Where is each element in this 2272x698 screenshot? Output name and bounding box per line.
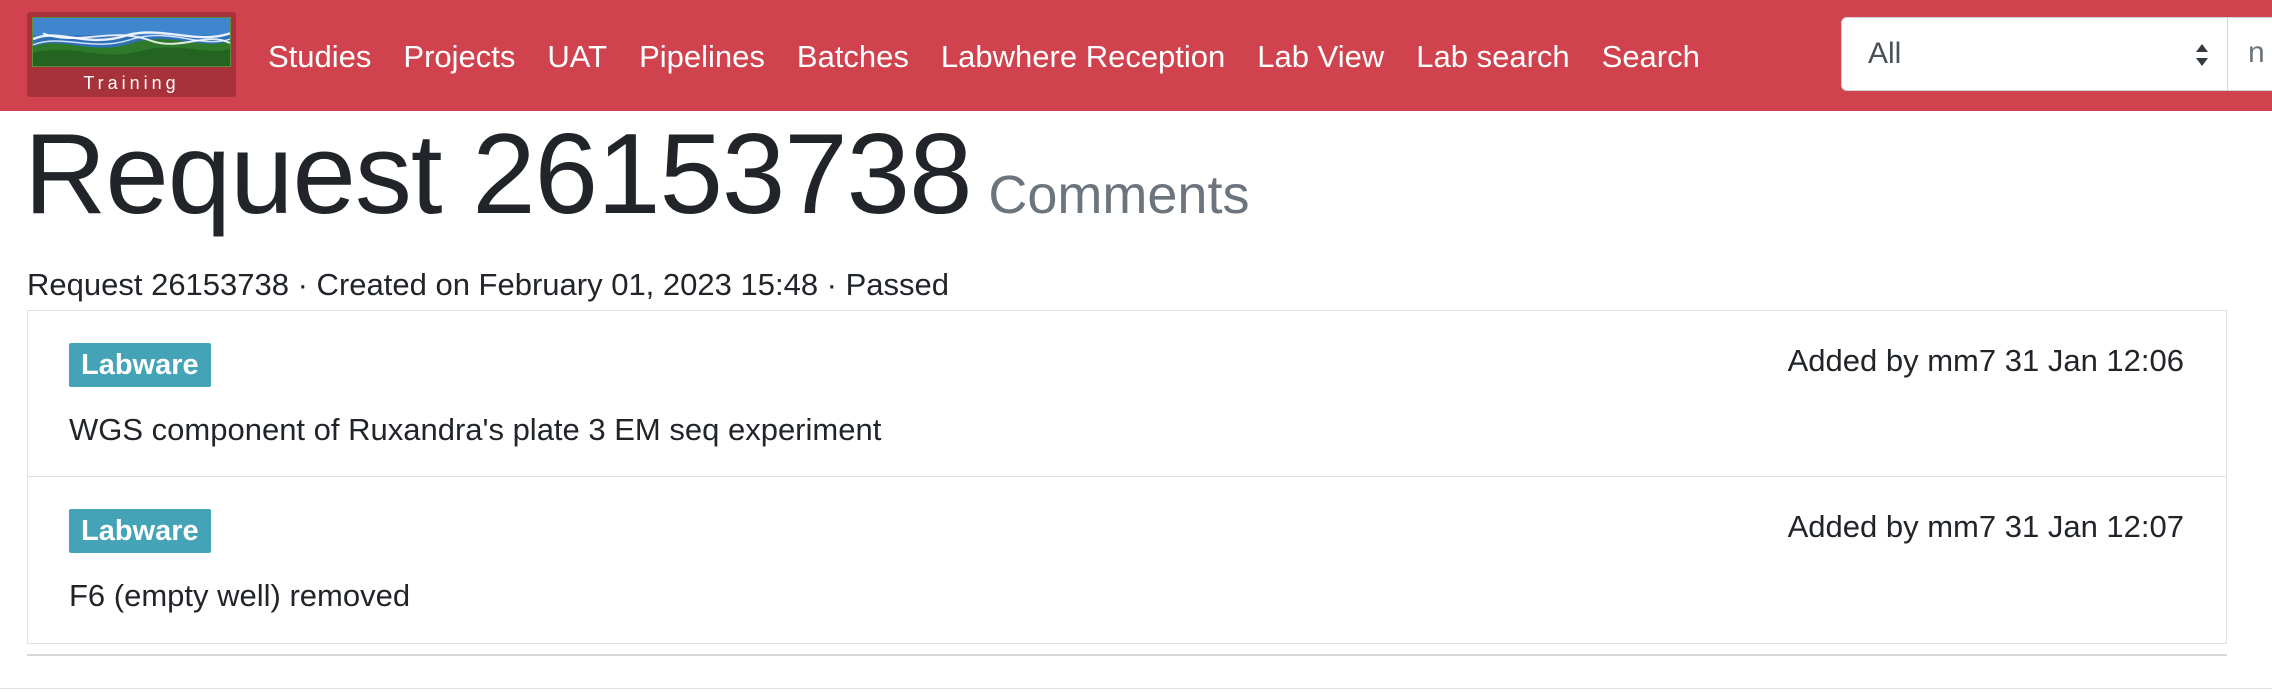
footer-divider: [0, 688, 2272, 689]
nav-link-studies[interactable]: Studies: [268, 39, 371, 72]
nav-link-lab-view[interactable]: Lab View: [1257, 39, 1384, 72]
brand-label: Training: [83, 73, 180, 93]
search-type-select[interactable]: All: [1841, 17, 2228, 91]
comment-added-by: Added by mm7 31 Jan 12:07: [1787, 509, 2184, 544]
select-updown-icon: [2196, 44, 2208, 66]
page-heading: Request 26153738 Comments: [24, 118, 1249, 232]
comment-text: WGS component of Ruxandra's plate 3 EM s…: [69, 412, 882, 447]
comment-item: Labware Added by mm7 31 Jan 12:07 F6 (em…: [28, 477, 2226, 643]
brand-logo-link[interactable]: Training: [27, 12, 236, 97]
comments-list: Labware Added by mm7 31 Jan 12:06 WGS co…: [27, 310, 2227, 644]
divider: [27, 654, 2227, 656]
labware-badge[interactable]: Labware: [69, 509, 211, 553]
top-navbar: Training Studies Projects UAT Pipelines …: [0, 0, 2272, 111]
labware-badge[interactable]: Labware: [69, 343, 211, 387]
comment-added-by: Added by mm7 31 Jan 12:06: [1787, 343, 2184, 378]
nav-link-labwhere-reception[interactable]: Labwhere Reception: [941, 39, 1225, 72]
nav-links: Studies Projects UAT Pipelines Batches L…: [268, 0, 1732, 111]
page-subtitle: Comments: [988, 165, 1250, 225]
nav-link-pipelines[interactable]: Pipelines: [639, 39, 765, 72]
page-title: Request 26153738: [24, 111, 972, 238]
nav-link-lab-search[interactable]: Lab search: [1416, 39, 1569, 72]
landscape-logo-icon: [32, 17, 231, 67]
comment-text: F6 (empty well) removed: [69, 578, 411, 613]
nav-link-batches[interactable]: Batches: [797, 39, 909, 72]
comment-item: Labware Added by mm7 31 Jan 12:06 WGS co…: [28, 311, 2226, 477]
search-type-value: All: [1868, 37, 1902, 70]
nav-link-search[interactable]: Search: [1602, 39, 1700, 72]
nav-link-projects[interactable]: Projects: [403, 39, 515, 72]
search-input[interactable]: n: [2227, 17, 2272, 91]
nav-link-uat[interactable]: UAT: [547, 39, 607, 72]
request-summary: Request 26153738 · Created on February 0…: [27, 267, 950, 302]
